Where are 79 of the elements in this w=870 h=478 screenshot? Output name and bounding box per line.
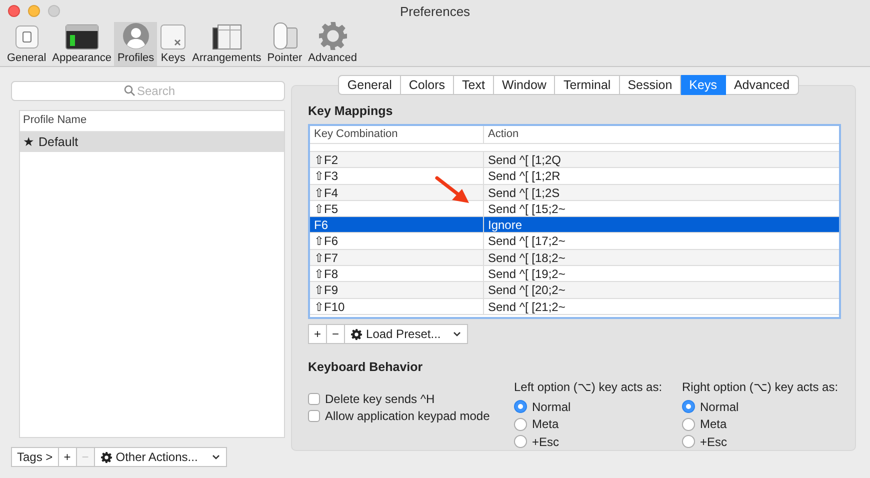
- action-cell: Send ^[ [20;2~: [483, 282, 839, 299]
- radio-label: Meta: [700, 417, 727, 432]
- tab[interactable]: Advanced: [726, 75, 799, 95]
- radio-label: +Esc: [700, 434, 728, 449]
- key-icon: [160, 24, 186, 50]
- radio-button[interactable]: [682, 418, 695, 431]
- remove-button[interactable]: −: [326, 324, 346, 344]
- checkbox-label: Delete key sends ^H: [325, 392, 435, 406]
- radio-label: Meta: [532, 417, 559, 432]
- tab[interactable]: General: [338, 75, 401, 95]
- terminal-window-icon: [64, 24, 99, 50]
- annotation-arrow: [435, 175, 471, 205]
- column-header: Action: [483, 126, 839, 143]
- tab[interactable]: Window: [494, 75, 556, 95]
- action-cell: Ignore: [483, 217, 839, 234]
- toolbar-button[interactable]: General: [4, 22, 50, 66]
- key-combination-cell: ⇧F10: [310, 298, 483, 315]
- mapping-row[interactable]: ⇧F4 Send ^[ [1;2S: [310, 184, 839, 201]
- toolbar-button[interactable]: Tags >: [11, 447, 59, 467]
- action-cell: Send ^[ [1;2Q: [483, 152, 839, 168]
- add-button[interactable]: +: [308, 324, 328, 344]
- gear-icon: [318, 22, 347, 50]
- toolbar-button[interactable]: Profiles: [114, 22, 158, 66]
- action-cell: Send ^[ [1;2S: [483, 184, 839, 201]
- mapping-row[interactable]: ⇧F7 Send ^[ [18;2~: [310, 250, 839, 266]
- search-field[interactable]: Search: [11, 81, 285, 101]
- group-label: Right option (⌥) key acts as:: [682, 380, 840, 396]
- checkbox[interactable]: Delete key sends ^H: [308, 390, 514, 408]
- actions-menu[interactable]: Other Actions...: [94, 447, 227, 467]
- tab[interactable]: Keys: [681, 75, 726, 95]
- column-header: Key Combination: [313, 127, 399, 142]
- radio-button[interactable]: [682, 435, 695, 448]
- gear-icon: [351, 328, 362, 340]
- switch-icon: [14, 24, 40, 50]
- toolbar-button[interactable]: Advanced: [305, 22, 360, 66]
- key-combination-cell: ⇧F9: [310, 282, 483, 299]
- caret-icon: [212, 454, 220, 460]
- mapping-row[interactable]: ⇧F9 Send ^[ [20;2~: [310, 282, 839, 299]
- toolbar-button[interactable]: +: [58, 447, 77, 467]
- preset-menu[interactable]: Load Preset...: [344, 324, 468, 344]
- checkbox-box[interactable]: [308, 392, 320, 405]
- minimize-button[interactable]: [28, 5, 40, 17]
- toolbar-button[interactable]: Appearance: [49, 22, 114, 66]
- mapping-row[interactable]: F6 Ignore: [310, 217, 839, 234]
- tab[interactable]: Session: [620, 75, 682, 95]
- window-title: Preferences: [400, 4, 470, 18]
- key-combination-cell: F6: [310, 217, 483, 234]
- radio-button[interactable]: [514, 418, 527, 431]
- radio-label: Normal: [700, 400, 739, 414]
- checkbox-box[interactable]: [308, 410, 320, 422]
- caret-icon: [453, 331, 462, 337]
- group-label: Left option (⌥) key acts as:: [514, 380, 664, 396]
- toolbar-button[interactable]: Keys: [157, 22, 190, 66]
- key-combination-cell: ⇧F2: [310, 152, 483, 168]
- mapping-row[interactable]: ⇧F2 Send ^[ [1;2Q: [310, 152, 839, 168]
- checkbox-label: Allow application keypad mode: [325, 409, 490, 424]
- profile-row[interactable]: ★ Default: [20, 132, 284, 152]
- search-icon: [124, 85, 135, 96]
- section-title: Keyboard Behavior: [308, 360, 424, 374]
- radio-button[interactable]: [514, 435, 527, 448]
- tab[interactable]: Text: [454, 75, 494, 95]
- radio-button[interactable]: [514, 400, 527, 414]
- radio-button[interactable]: [682, 400, 695, 414]
- close-button[interactable]: [8, 5, 20, 17]
- person-icon: [122, 22, 150, 50]
- key-combination-cell: ⇧F7: [310, 250, 483, 266]
- action-cell: Send ^[ [18;2~: [483, 250, 839, 266]
- radio-label: Normal: [532, 400, 571, 414]
- action-cell: Send ^[ [21;2~: [483, 298, 839, 315]
- zoom-button[interactable]: [48, 5, 60, 17]
- checkbox[interactable]: Allow application keypad mode: [308, 408, 514, 425]
- tab[interactable]: Terminal: [555, 75, 620, 95]
- mapping-row[interactable]: ⇧F10 Send ^[ [21;2~: [310, 298, 839, 315]
- toolbar-button[interactable]: Arrangements: [189, 22, 264, 66]
- radio-label: +Esc: [532, 434, 560, 449]
- tab[interactable]: Colors: [400, 75, 454, 95]
- gear-icon: [100, 452, 112, 462]
- toolbar-button[interactable]: Pointer: [264, 22, 306, 66]
- section-title: Key Mappings: [308, 104, 394, 118]
